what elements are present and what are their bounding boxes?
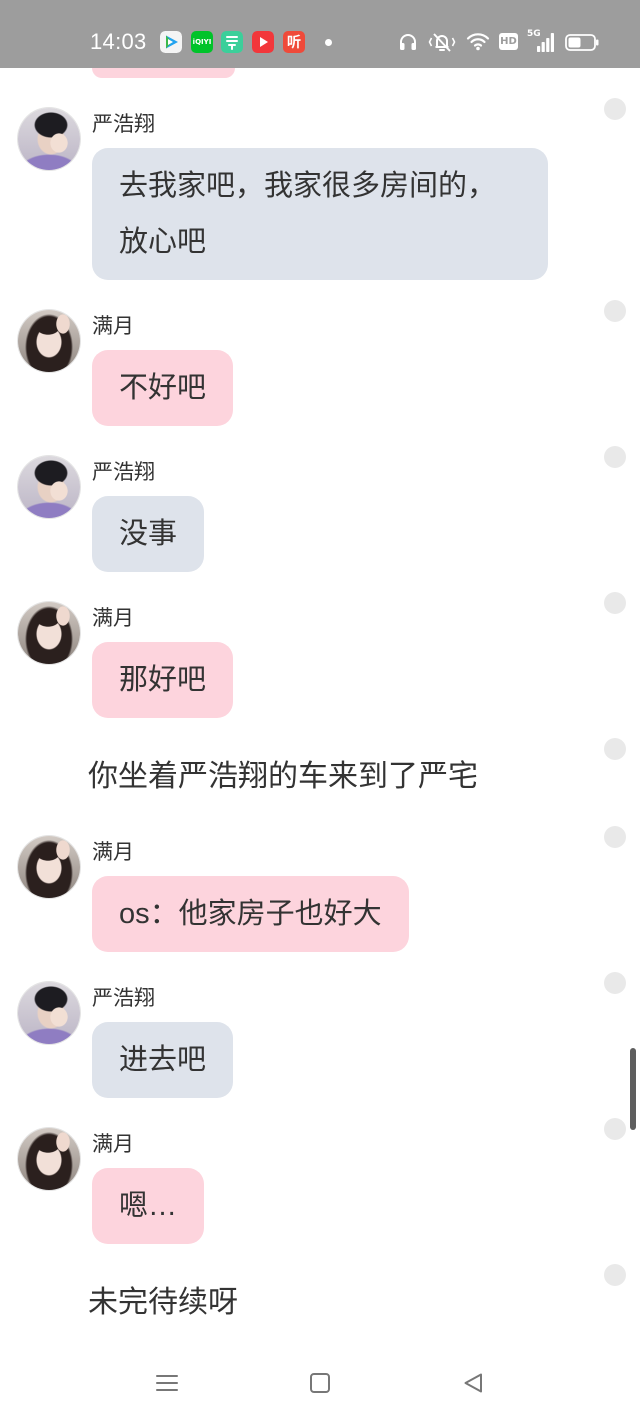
select-circle[interactable] (604, 592, 626, 614)
home-icon[interactable] (310, 1373, 330, 1393)
chat-message: 满月 嗯… (0, 1118, 640, 1244)
chat-message: 满月 那好吧 (0, 592, 640, 718)
message-bubble-partial[interactable] (92, 68, 235, 78)
select-circle[interactable] (604, 1264, 626, 1286)
avatar[interactable] (18, 310, 80, 372)
select-circle[interactable] (604, 738, 626, 760)
sender-name: 严浩翔 (92, 461, 155, 484)
avatar[interactable] (18, 456, 80, 518)
network-type-label: 5G (527, 29, 541, 39)
chat-message: 严浩翔 去我家吧，我家很多房间的，放心吧 (0, 98, 640, 280)
sender-name: 满月 (92, 1133, 134, 1156)
narration-row: 未完待续呀 (0, 1264, 640, 1332)
reading-app-icon (221, 31, 243, 53)
message-bubble[interactable]: 不好吧 (92, 350, 234, 426)
more-notifications-dot (325, 39, 332, 46)
battery-icon (565, 34, 599, 51)
headphones-icon (398, 32, 418, 52)
back-icon[interactable] (462, 1372, 484, 1394)
video-play-icon (252, 31, 274, 53)
chat-message: 满月 不好吧 (0, 300, 640, 426)
message-bubble[interactable]: 去我家吧，我家很多房间的，放心吧 (92, 148, 548, 280)
select-circle[interactable] (604, 972, 626, 994)
narration-row: 你坐着严浩翔的车来到了严宅 (0, 738, 640, 806)
message-bubble[interactable]: os：他家房子也好大 (92, 876, 409, 952)
select-circle[interactable] (604, 300, 626, 322)
sender-name: 满月 (92, 607, 134, 630)
avatar[interactable] (18, 602, 80, 664)
iqiyi-icon: iQIYI (191, 31, 213, 53)
battery-fill (568, 37, 581, 48)
message-bubble[interactable]: 嗯… (92, 1168, 205, 1244)
avatar[interactable] (18, 108, 80, 170)
avatar[interactable] (18, 836, 80, 898)
scrollbar[interactable] (630, 1048, 636, 1130)
status-bar: 14:03 iQIYI 听 HD 5G (0, 0, 640, 68)
message-bubble[interactable]: 没事 (92, 496, 205, 572)
select-circle[interactable] (604, 1118, 626, 1140)
avatar[interactable] (18, 1128, 80, 1190)
sender-name: 严浩翔 (92, 113, 155, 136)
navigation-bar (0, 1350, 640, 1422)
hd-badge: HD (499, 33, 518, 50)
menu-icon[interactable] (156, 1372, 178, 1394)
chat-message: 严浩翔 进去吧 (0, 972, 640, 1098)
clock: 14:03 (90, 29, 147, 54)
vibrate-mute-icon (428, 30, 456, 54)
signal-5g-icon: 5G (527, 29, 555, 53)
select-circle[interactable] (604, 98, 626, 120)
tencent-video-icon (160, 31, 182, 53)
chat-list: 严浩翔 去我家吧，我家很多房间的，放心吧 满月 不好吧 严浩翔 没事 满月 那好… (0, 68, 640, 1332)
chat-message: 严浩翔 没事 (0, 446, 640, 572)
message-bubble[interactable]: 进去吧 (92, 1022, 234, 1098)
chat-message: 满月 os：他家房子也好大 (0, 826, 640, 952)
narration-text[interactable]: 未完待续呀 (88, 1274, 640, 1332)
sender-name: 满月 (92, 841, 134, 864)
avatar[interactable] (18, 982, 80, 1044)
select-circle[interactable] (604, 446, 626, 468)
wifi-icon (466, 31, 490, 51)
sender-name: 严浩翔 (92, 987, 155, 1010)
listen-app-icon: 听 (283, 31, 305, 53)
narration-text[interactable]: 你坐着严浩翔的车来到了严宅 (88, 748, 640, 806)
message-bubble[interactable]: 那好吧 (92, 642, 234, 718)
select-circle[interactable] (604, 826, 626, 848)
sender-name: 满月 (92, 315, 134, 338)
